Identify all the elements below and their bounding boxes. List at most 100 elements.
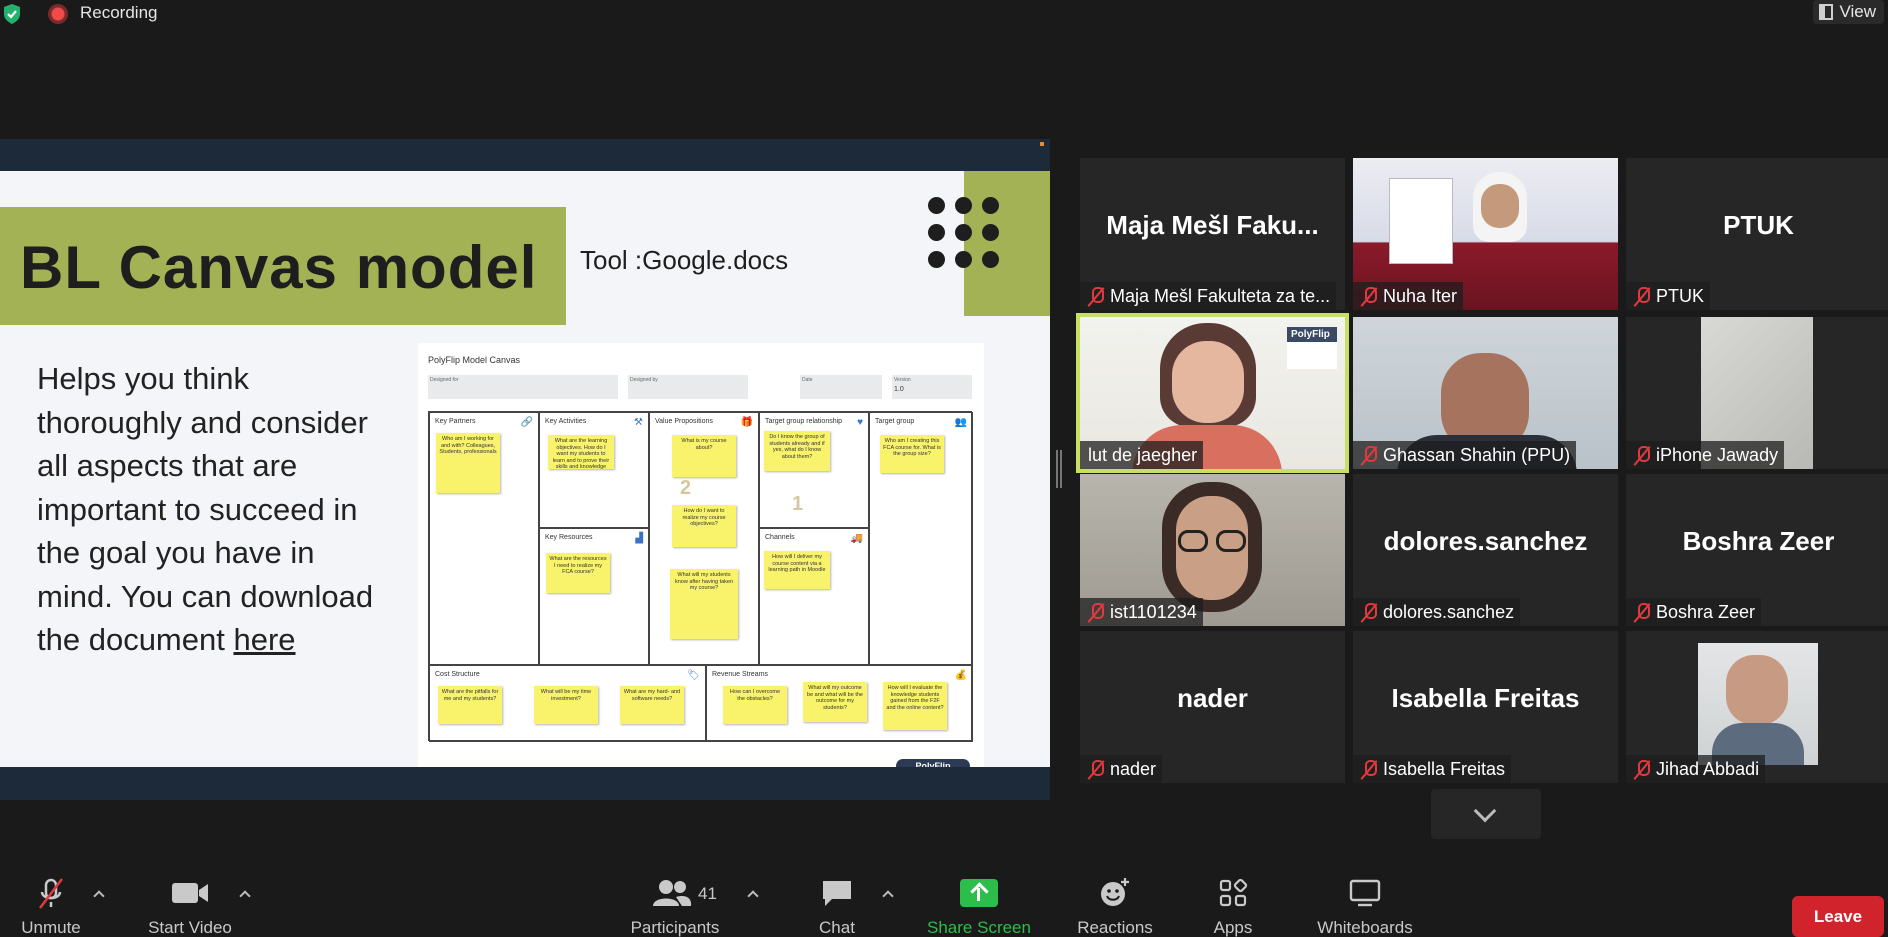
share-screen-icon [922, 876, 1036, 910]
participant-tile[interactable]: Nuha Iter [1353, 158, 1618, 310]
sticky-note: What are the learning objectives. How do… [548, 435, 614, 470]
video-options-caret-icon[interactable] [239, 890, 251, 902]
version-field: Version 1.0 [892, 375, 972, 399]
unmute-button[interactable]: Unmute [14, 876, 88, 937]
participant-nameplate: Boshra Zeer [1626, 598, 1762, 626]
shared-screen-top-strip [0, 139, 1050, 171]
participant-tile[interactable]: dolores.sanchez dolores.sanchez [1353, 474, 1618, 626]
participant-tile[interactable]: PTUK PTUK [1626, 158, 1888, 310]
participant-nameplate: dolores.sanchez [1353, 598, 1521, 626]
slide-body-text: Helps you think thoroughly and consider … [37, 357, 377, 662]
sticky-note: Who am I creating this FCA course for. W… [880, 435, 944, 473]
recording-icon[interactable] [48, 4, 68, 24]
link-icon: 🔗 [520, 417, 533, 428]
sticky-note: How do I want to realize my course objec… [672, 505, 736, 547]
participant-name: Boshra Zeer [1656, 601, 1756, 622]
chat-options-caret-icon[interactable] [882, 890, 894, 902]
view-grid-icon [1819, 4, 1834, 20]
mic-muted-icon [1634, 759, 1650, 779]
participant-tile[interactable]: iPhone Jawady [1626, 317, 1888, 469]
start-video-label: Start Video [148, 918, 232, 937]
video-camera-icon [140, 876, 240, 910]
panel-resize-handle[interactable] [1056, 450, 1062, 488]
reactions-button[interactable]: Reactions [1070, 876, 1160, 937]
number-two: 2 [680, 477, 692, 499]
sticky-note: How can I overcome the obstacles? [723, 686, 787, 724]
participant-display-name: Maja Mešl Faku... [1106, 210, 1319, 240]
whiteboard-icon [1310, 876, 1420, 910]
canvas-title: PolyFlip Model Canvas [428, 355, 521, 365]
designed-by-field: Designed by [628, 375, 748, 399]
recording-label: Recording [80, 3, 158, 22]
start-video-button[interactable]: Start Video [140, 876, 240, 937]
sticky-note: How will I evaluate the knowledge studen… [883, 682, 947, 730]
participant-name: Ghassan Shahin (PPU) [1383, 444, 1571, 465]
mic-muted-icon [14, 876, 88, 910]
view-button[interactable]: View [1813, 0, 1884, 24]
cell-label: Cost Structure [435, 671, 480, 678]
tools-icon: ⚒ [634, 417, 643, 428]
participant-tile[interactable]: Maja Mešl Faku... Maja Mešl Fakulteta za… [1080, 158, 1345, 310]
cell-key-partners: Key Partners 🔗 Who am I working for and w… [429, 412, 539, 665]
sticky-note: What will my outcome be and what will be… [803, 682, 867, 722]
cell-label: Key Activities [545, 418, 587, 425]
participant-nameplate: Jihad Abbadi [1626, 755, 1766, 783]
participant-name: iPhone Jawady [1656, 444, 1779, 465]
participant-name: Nuha Iter [1383, 285, 1458, 306]
download-link[interactable]: here [233, 622, 295, 657]
participant-name: dolores.sanchez [1383, 601, 1515, 622]
group-icon: 👥 [954, 417, 967, 428]
participant-tile[interactable]: Isabella Freitas Isabella Freitas [1353, 631, 1618, 783]
top-bar: Recording View [0, 0, 1888, 28]
share-indicator-dot [1040, 142, 1044, 146]
factory-icon: ▟ [635, 533, 643, 544]
active-speaker-tile[interactable]: PolyFlip lut de jaegher [1076, 313, 1349, 473]
slide-tool-label: Tool :Google.docs [580, 245, 789, 275]
participant-name: nader [1110, 758, 1157, 779]
participant-display-name: nader [1177, 683, 1248, 713]
heart-icon: ♥ [857, 417, 863, 428]
mic-muted-icon [1088, 602, 1104, 622]
apps-label: Apps [1213, 918, 1253, 937]
security-shield-icon[interactable] [2, 3, 22, 25]
tag-icon: 🏷 [687, 670, 700, 681]
sticky-note: Do I know the group of students already … [764, 431, 830, 471]
date-field: Date [800, 375, 882, 399]
canvas-grid: Key Partners 🔗 Who am I working for and w… [428, 411, 973, 742]
cell-cost-structure: Cost Structure 🏷 What are the pitfalls fo… [429, 665, 706, 742]
cell-label: Revenue Streams [712, 671, 769, 678]
apps-icon [1205, 876, 1261, 910]
cell-target-group-relationship: Target group relationship ♥ Do I know the… [759, 412, 869, 528]
mic-muted-icon [1361, 286, 1377, 306]
designed-for-field: Designed for [428, 375, 618, 399]
participant-tile[interactable]: Boshra Zeer Boshra Zeer [1626, 474, 1888, 626]
share-screen-button[interactable]: Share Screen [922, 876, 1036, 937]
gallery-next-page-button[interactable] [1431, 789, 1541, 839]
participant-display-name: Isabella Freitas [1391, 683, 1580, 713]
sticky-note: What will my students know after having … [670, 569, 738, 639]
mic-muted-icon [1634, 602, 1650, 622]
participant-tile[interactable]: ist1101234 [1080, 474, 1345, 626]
chat-button[interactable]: Chat [812, 876, 862, 937]
polyflip-logo: PolyFlip [896, 759, 970, 767]
cell-label: Target group [875, 418, 915, 425]
chat-label: Chat [819, 918, 855, 937]
participant-display-name: PTUK [1723, 210, 1794, 240]
participant-tile[interactable]: Jihad Abbadi [1626, 631, 1888, 783]
truck-icon: 🚚 [850, 533, 863, 544]
audio-options-caret-icon[interactable] [93, 890, 105, 902]
presentation-slide: BL Canvas model Tool :Google.docs Helps … [0, 171, 1050, 767]
participant-tile[interactable]: Ghassan Shahin (PPU) [1353, 317, 1618, 469]
decorative-dots-icon [928, 197, 1000, 269]
participant-tile[interactable]: nader nader [1080, 631, 1345, 783]
share-screen-label: Share Screen [927, 918, 1031, 937]
mic-muted-icon [1088, 759, 1104, 779]
shared-screen[interactable]: BL Canvas model Tool :Google.docs Helps … [0, 139, 1050, 800]
participants-count: 41 [698, 884, 717, 903]
participants-options-caret-icon[interactable] [747, 890, 759, 902]
slide-body: Helps you think thoroughly and consider … [37, 361, 374, 657]
sticky-note: What will be my time investment? [534, 686, 598, 724]
leave-button[interactable]: Leave [1792, 896, 1884, 937]
apps-button[interactable]: Apps [1205, 876, 1261, 937]
whiteboards-button[interactable]: Whiteboards [1310, 876, 1420, 937]
